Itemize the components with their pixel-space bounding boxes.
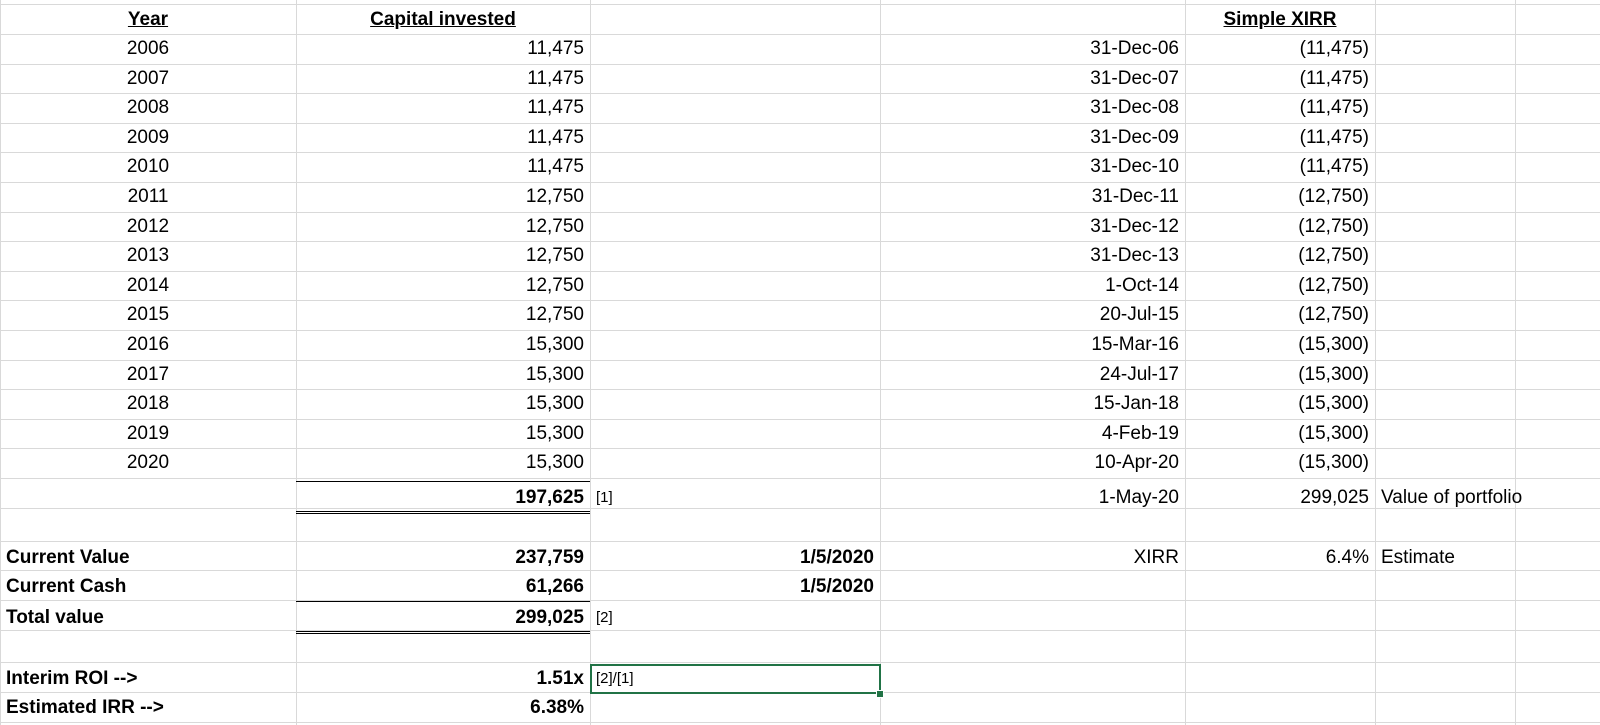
cashflow-date-cell[interactable]: 31-Dec-06 xyxy=(880,34,1185,63)
capital-cell[interactable]: 12,750 xyxy=(296,212,590,241)
capital-total-cell[interactable]: 197,625 xyxy=(296,483,590,512)
capital-cell[interactable]: 12,750 xyxy=(296,182,590,211)
portfolio-value-cell[interactable]: 299,025 xyxy=(1185,483,1375,512)
cashflow-date-cell[interactable]: 31-Dec-13 xyxy=(880,241,1185,270)
simple-xirr-cell[interactable]: (15,300) xyxy=(1185,360,1375,389)
total-value-top-border xyxy=(296,601,590,602)
total-top-border xyxy=(296,481,590,482)
capital-cell[interactable]: 11,475 xyxy=(296,64,590,93)
cashflow-date-cell[interactable]: 15-Mar-16 xyxy=(880,330,1185,359)
capital-cell[interactable]: 12,750 xyxy=(296,241,590,270)
gridline xyxy=(0,478,1600,479)
year-cell[interactable]: 2014 xyxy=(0,271,296,300)
cashflow-date-cell[interactable]: 4-Feb-19 xyxy=(880,419,1185,448)
gridline xyxy=(1515,0,1516,725)
year-cell[interactable]: 2011 xyxy=(0,182,296,211)
cashflow-date-cell[interactable]: 24-Jul-17 xyxy=(880,360,1185,389)
gridline xyxy=(1375,0,1376,725)
gridline xyxy=(0,541,1600,542)
simple-xirr-cell[interactable]: (12,750) xyxy=(1185,241,1375,270)
year-cell[interactable]: 2019 xyxy=(0,419,296,448)
estimated-irr-label[interactable]: Estimated IRR --> xyxy=(0,693,296,722)
current-cash-label[interactable]: Current Cash xyxy=(0,572,296,601)
current-value-date-cell[interactable]: 1/5/2020 xyxy=(590,543,880,572)
xirr-value-cell[interactable]: 6.4% xyxy=(1185,543,1375,572)
interim-roi-cell[interactable]: 1.51x xyxy=(296,664,590,693)
cashflow-date-cell[interactable]: 1-Oct-14 xyxy=(880,271,1185,300)
year-cell[interactable]: 2012 xyxy=(0,212,296,241)
cashflow-date-cell[interactable]: 31-Dec-08 xyxy=(880,93,1185,122)
year-cell[interactable]: 2017 xyxy=(0,360,296,389)
year-cell[interactable]: 2010 xyxy=(0,152,296,181)
capital-cell[interactable]: 12,750 xyxy=(296,300,590,329)
year-cell[interactable]: 2015 xyxy=(0,300,296,329)
fill-handle[interactable] xyxy=(876,690,884,698)
xirr-note-cell[interactable]: Estimate xyxy=(1375,543,1515,572)
simple-xirr-cell[interactable]: (12,750) xyxy=(1185,182,1375,211)
total-value-label[interactable]: Total value xyxy=(0,603,296,632)
valuation-date-cell[interactable]: 1-May-20 xyxy=(880,483,1185,512)
note-2-cell[interactable]: [2] xyxy=(590,603,880,632)
year-cell[interactable]: 2006 xyxy=(0,34,296,63)
xirr-label-cell[interactable]: XIRR xyxy=(880,543,1185,572)
current-cash-cell[interactable]: 61,266 xyxy=(296,572,590,601)
estimated-irr-cell[interactable]: 6.38% xyxy=(296,693,590,722)
capital-cell[interactable]: 15,300 xyxy=(296,330,590,359)
cashflow-date-cell[interactable]: 31-Dec-12 xyxy=(880,212,1185,241)
cashflow-date-cell[interactable]: 31-Dec-07 xyxy=(880,64,1185,93)
note-1-cell[interactable]: [1] xyxy=(590,483,880,512)
year-cell[interactable]: 2016 xyxy=(0,330,296,359)
year-cell[interactable]: 2008 xyxy=(0,93,296,122)
simple-xirr-cell[interactable]: (11,475) xyxy=(1185,64,1375,93)
cashflow-date-cell[interactable]: 31-Dec-09 xyxy=(880,123,1185,152)
capital-cell[interactable]: 15,300 xyxy=(296,419,590,448)
capital-cell[interactable]: 11,475 xyxy=(296,93,590,122)
capital-cell[interactable]: 11,475 xyxy=(296,152,590,181)
gridline xyxy=(0,722,1600,723)
capital-cell[interactable]: 12,750 xyxy=(296,271,590,300)
interim-roi-label[interactable]: Interim ROI --> xyxy=(0,664,296,693)
simple-xirr-cell[interactable]: (12,750) xyxy=(1185,212,1375,241)
simple-xirr-cell[interactable]: (11,475) xyxy=(1185,34,1375,63)
year-cell[interactable]: 2013 xyxy=(0,241,296,270)
capital-invested-header[interactable]: Capital invested xyxy=(296,5,590,34)
year-header[interactable]: Year xyxy=(0,5,296,34)
simple-xirr-cell[interactable]: (11,475) xyxy=(1185,123,1375,152)
cashflow-date-cell[interactable]: 31-Dec-11 xyxy=(880,182,1185,211)
total-double-border xyxy=(296,511,590,514)
capital-cell[interactable]: 15,300 xyxy=(296,448,590,477)
simple-xirr-cell[interactable]: (11,475) xyxy=(1185,93,1375,122)
simple-xirr-cell[interactable]: (11,475) xyxy=(1185,152,1375,181)
current-value-cell[interactable]: 237,759 xyxy=(296,543,590,572)
gridline xyxy=(0,662,1600,663)
cashflow-date-cell[interactable]: 15-Jan-18 xyxy=(880,389,1185,418)
portfolio-label-cell[interactable]: Value of portfolio xyxy=(1375,483,1600,512)
current-value-label[interactable]: Current Value xyxy=(0,543,296,572)
total-value-cell[interactable]: 299,025 xyxy=(296,603,590,632)
simple-xirr-cell[interactable]: (15,300) xyxy=(1185,389,1375,418)
simple-xirr-cell[interactable]: (12,750) xyxy=(1185,271,1375,300)
selected-cell-outline[interactable] xyxy=(590,664,881,694)
simple-xirr-cell[interactable]: (15,300) xyxy=(1185,330,1375,359)
year-cell[interactable]: 2009 xyxy=(0,123,296,152)
simple-xirr-cell[interactable]: (15,300) xyxy=(1185,448,1375,477)
cashflow-date-cell[interactable]: 10-Apr-20 xyxy=(880,448,1185,477)
simple-xirr-header[interactable]: Simple XIRR xyxy=(1185,5,1375,34)
simple-xirr-cell[interactable]: (15,300) xyxy=(1185,419,1375,448)
total-value-double-border xyxy=(296,631,590,634)
simple-xirr-cell[interactable]: (12,750) xyxy=(1185,300,1375,329)
cashflow-date-cell[interactable]: 31-Dec-10 xyxy=(880,152,1185,181)
cashflow-date-cell[interactable]: 20-Jul-15 xyxy=(880,300,1185,329)
year-cell[interactable]: 2007 xyxy=(0,64,296,93)
capital-cell[interactable]: 11,475 xyxy=(296,123,590,152)
capital-cell[interactable]: 11,475 xyxy=(296,34,590,63)
current-cash-date-cell[interactable]: 1/5/2020 xyxy=(590,572,880,601)
spreadsheet-grid[interactable]: Year Capital invested Simple XIRR 2006 11… xyxy=(0,0,1600,725)
capital-cell[interactable]: 15,300 xyxy=(296,389,590,418)
year-cell[interactable]: 2020 xyxy=(0,448,296,477)
capital-cell[interactable]: 15,300 xyxy=(296,360,590,389)
year-cell[interactable]: 2018 xyxy=(0,389,296,418)
